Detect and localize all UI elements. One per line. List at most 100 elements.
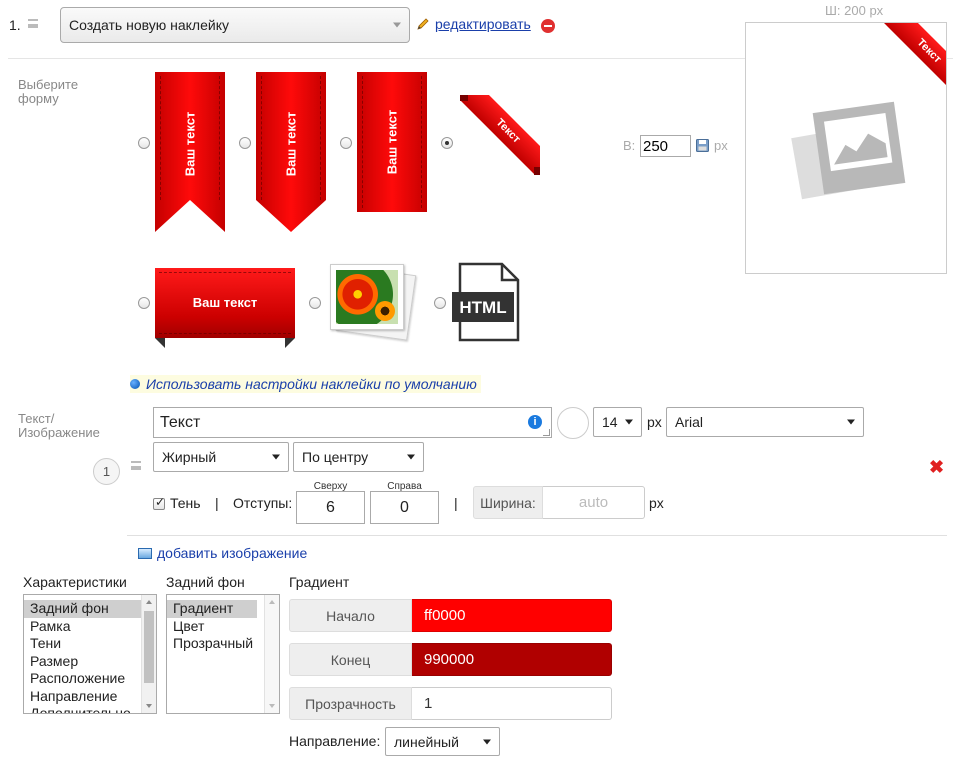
- shape-horizontal-banner-text: Ваш текст: [192, 295, 258, 310]
- shape-image-icon[interactable]: [326, 262, 417, 342]
- font-size-select[interactable]: 14: [593, 407, 642, 437]
- padding-top-input[interactable]: 6: [296, 491, 365, 524]
- defaults-link[interactable]: Использовать настройки наклейки по умолч…: [146, 376, 477, 392]
- characteristics-item[interactable]: Дополнительно: [24, 705, 156, 713]
- gradient-start-input[interactable]: ff0000: [412, 599, 612, 632]
- shape-horizontal-banner[interactable]: Ваш текст: [155, 268, 295, 348]
- add-image-row[interactable]: добавить изображение: [138, 545, 307, 561]
- image-add-icon: [138, 547, 152, 559]
- shape-corner-ribbon-text: Текст: [493, 116, 523, 146]
- characteristics-item[interactable]: Направление: [24, 688, 156, 706]
- background-item[interactable]: Прозрачный: [167, 635, 279, 653]
- gradient-end-input[interactable]: 990000: [412, 643, 612, 676]
- opacity-value: 1: [424, 695, 433, 712]
- characteristics-scrollbar[interactable]: [141, 595, 156, 713]
- height-unit: px: [714, 138, 728, 153]
- characteristics-item[interactable]: Тени: [24, 635, 156, 653]
- direction-value: линейный: [394, 733, 459, 750]
- background-item[interactable]: Цвет: [167, 618, 279, 636]
- html-file-icon[interactable]: HTML: [452, 262, 520, 342]
- gradient-end-label: Конец: [289, 643, 412, 676]
- width-field-placeholder: auto: [578, 494, 609, 511]
- gradient-end-label-text: Конец: [330, 651, 371, 668]
- shape-radio-7[interactable]: [434, 297, 446, 309]
- shape-radio-5[interactable]: [138, 297, 150, 309]
- text-color-picker[interactable]: [557, 407, 589, 439]
- defaults-row[interactable]: Использовать настройки наклейки по умолч…: [130, 375, 481, 393]
- pencil-icon[interactable]: [416, 17, 430, 31]
- width-field-label-text: Ширина:: [480, 494, 536, 511]
- direction-select[interactable]: линейный: [385, 727, 500, 756]
- sticker-select[interactable]: Создать новую наклейку: [60, 7, 410, 43]
- delete-sticker-icon[interactable]: [541, 19, 555, 33]
- shape-ribbon-notched[interactable]: Ваш текст: [155, 72, 225, 232]
- shadow-checkbox[interactable]: ✓: [153, 495, 165, 510]
- font-size-value: 14: [602, 414, 618, 430]
- chevron-down-icon: [272, 454, 280, 460]
- gradient-start-label: Начало: [289, 599, 412, 632]
- characteristics-item[interactable]: Задний фон: [24, 600, 156, 618]
- font-size-unit: px: [647, 414, 662, 430]
- chevron-down-icon: [625, 419, 633, 425]
- shape-ribbon-pointed[interactable]: Ваш текст: [256, 72, 326, 232]
- font-weight-select[interactable]: Жирный: [153, 442, 289, 472]
- text-input[interactable]: Текст i: [153, 407, 552, 438]
- shape-label: Выберите форму: [18, 77, 79, 106]
- font-weight-value: Жирный: [162, 449, 217, 465]
- background-list[interactable]: Градиент Цвет Прозрачный: [166, 594, 280, 714]
- text-input-value: Текст: [160, 414, 201, 431]
- html-file-label: HTML: [459, 298, 507, 317]
- shape-corner-ribbon[interactable]: Текст: [460, 95, 540, 175]
- opacity-input[interactable]: 1: [412, 687, 612, 720]
- shape-ribbon-rect[interactable]: Ваш текст: [357, 72, 427, 212]
- edit-link[interactable]: редактировать: [435, 16, 531, 32]
- shape-ribbon-notched-text: Ваш текст: [182, 111, 198, 177]
- drag-handle-icon[interactable]: [28, 19, 38, 28]
- remove-text-item-icon[interactable]: ✖: [929, 458, 944, 476]
- text-item-number: 1: [93, 458, 120, 485]
- background-scrollbar[interactable]: [264, 595, 279, 713]
- background-item[interactable]: Градиент: [167, 600, 257, 618]
- characteristics-list[interactable]: Задний фон Рамка Тени Размер Расположени…: [23, 594, 157, 714]
- characteristics-item[interactable]: Рамка: [24, 618, 156, 636]
- gradient-end-value: 990000: [424, 651, 475, 668]
- separator-2: |: [454, 495, 458, 511]
- background-title: Задний фон: [166, 574, 245, 590]
- resize-handle-icon[interactable]: [543, 429, 550, 436]
- font-family-value: Arial: [675, 414, 704, 430]
- text-item-drag-icon[interactable]: [131, 461, 141, 470]
- padding-right-value: 0: [400, 498, 409, 516]
- sticker-preview: Текст: [745, 22, 947, 274]
- sticker-select-value: Создать новую наклейку: [69, 17, 229, 33]
- shape-radio-6[interactable]: [309, 297, 321, 309]
- text-item-number-value: 1: [102, 464, 111, 479]
- shape-radio-4[interactable]: [441, 137, 453, 149]
- shape-radio-1[interactable]: [138, 137, 150, 149]
- save-icon[interactable]: [696, 139, 709, 152]
- gradient-start-label-text: Начало: [326, 607, 375, 624]
- shape-radio-3[interactable]: [340, 137, 352, 149]
- height-input[interactable]: [640, 135, 691, 157]
- width-field-input[interactable]: auto: [543, 486, 645, 519]
- characteristics-item[interactable]: Размер: [24, 653, 156, 671]
- separator-1: |: [215, 495, 219, 511]
- padding-top-value: 6: [326, 498, 335, 516]
- text-section-divider: [127, 535, 947, 536]
- chevron-down-icon: [483, 739, 491, 744]
- image-placeholder-icon: [791, 101, 906, 203]
- gradient-start-value: ff0000: [424, 607, 466, 624]
- text-image-label: Текст/ Изображение: [18, 411, 100, 440]
- width-display: Ш: 200 px: [825, 3, 884, 18]
- direction-label: Направление:: [289, 733, 381, 749]
- characteristics-item[interactable]: Расположение: [24, 670, 156, 688]
- padding-label: Отступы:: [233, 495, 293, 511]
- shape-radio-2[interactable]: [239, 137, 251, 149]
- chevron-down-icon: [393, 22, 401, 28]
- opacity-label-text: Прозрачность: [305, 695, 396, 712]
- add-image-link[interactable]: добавить изображение: [157, 545, 307, 561]
- padding-right-input[interactable]: 0: [370, 491, 439, 524]
- font-family-select[interactable]: Arial: [666, 407, 864, 437]
- info-icon[interactable]: i: [528, 415, 542, 429]
- text-align-select[interactable]: По центру: [293, 442, 424, 472]
- text-align-value: По центру: [302, 449, 369, 465]
